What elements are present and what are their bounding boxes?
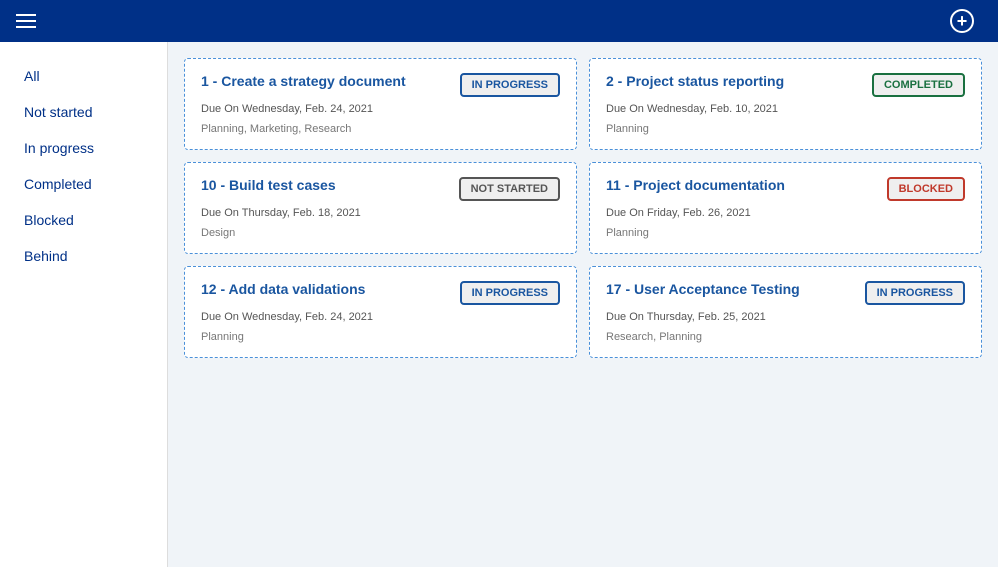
sidebar-item-behind[interactable]: Behind [0, 238, 167, 274]
sidebar: AllNot startedIn progressCompletedBlocke… [0, 42, 168, 567]
status-badge[interactable]: COMPLETED [872, 73, 965, 97]
sidebar-item-not-started[interactable]: Not started [0, 94, 167, 130]
card-due-date: Due On Wednesday, Feb. 24, 2021 [201, 103, 560, 115]
work-item-card: 10 - Build test cases NOT STARTED Due On… [184, 162, 577, 254]
status-badge[interactable]: IN PROGRESS [865, 281, 965, 305]
card-due-date: Due On Thursday, Feb. 25, 2021 [606, 311, 965, 323]
card-title: 1 - Create a strategy document [201, 73, 448, 89]
card-tags: Research, Planning [606, 331, 965, 343]
create-work-item-button[interactable]: + [950, 9, 982, 33]
status-badge[interactable]: IN PROGRESS [460, 281, 560, 305]
card-title: 2 - Project status reporting [606, 73, 860, 89]
main-layout: AllNot startedIn progressCompletedBlocke… [0, 42, 998, 567]
header: + [0, 0, 998, 42]
work-item-card: 12 - Add data validations IN PROGRESS Du… [184, 266, 577, 358]
card-tags: Planning [201, 331, 560, 343]
card-due-date: Due On Friday, Feb. 26, 2021 [606, 207, 965, 219]
work-item-card: 11 - Project documentation BLOCKED Due O… [589, 162, 982, 254]
status-badge[interactable]: BLOCKED [887, 177, 965, 201]
card-title: 17 - User Acceptance Testing [606, 281, 853, 297]
cards-grid: 1 - Create a strategy document IN PROGRE… [184, 58, 982, 358]
card-top: 2 - Project status reporting COMPLETED [606, 73, 965, 97]
card-top: 17 - User Acceptance Testing IN PROGRESS [606, 281, 965, 305]
work-item-card: 17 - User Acceptance Testing IN PROGRESS… [589, 266, 982, 358]
card-tags: Planning [606, 123, 965, 135]
card-title: 10 - Build test cases [201, 177, 447, 193]
work-item-card: 2 - Project status reporting COMPLETED D… [589, 58, 982, 150]
card-tags: Planning, Marketing, Research [201, 123, 560, 135]
sidebar-item-blocked[interactable]: Blocked [0, 202, 167, 238]
work-item-card: 1 - Create a strategy document IN PROGRE… [184, 58, 577, 150]
card-title: 12 - Add data validations [201, 281, 448, 297]
card-top: 12 - Add data validations IN PROGRESS [201, 281, 560, 305]
card-due-date: Due On Wednesday, Feb. 10, 2021 [606, 103, 965, 115]
sidebar-item-completed[interactable]: Completed [0, 166, 167, 202]
sidebar-item-in-progress[interactable]: In progress [0, 130, 167, 166]
card-tags: Planning [606, 227, 965, 239]
card-due-date: Due On Thursday, Feb. 18, 2021 [201, 207, 560, 219]
content-area: 1 - Create a strategy document IN PROGRE… [168, 42, 998, 567]
card-title: 11 - Project documentation [606, 177, 875, 193]
sidebar-item-all[interactable]: All [0, 58, 167, 94]
status-badge[interactable]: IN PROGRESS [460, 73, 560, 97]
card-due-date: Due On Wednesday, Feb. 24, 2021 [201, 311, 560, 323]
card-top: 11 - Project documentation BLOCKED [606, 177, 965, 201]
card-top: 1 - Create a strategy document IN PROGRE… [201, 73, 560, 97]
card-tags: Design [201, 227, 560, 239]
plus-icon: + [950, 9, 974, 33]
hamburger-menu[interactable] [16, 14, 36, 28]
status-badge[interactable]: NOT STARTED [459, 177, 560, 201]
card-top: 10 - Build test cases NOT STARTED [201, 177, 560, 201]
